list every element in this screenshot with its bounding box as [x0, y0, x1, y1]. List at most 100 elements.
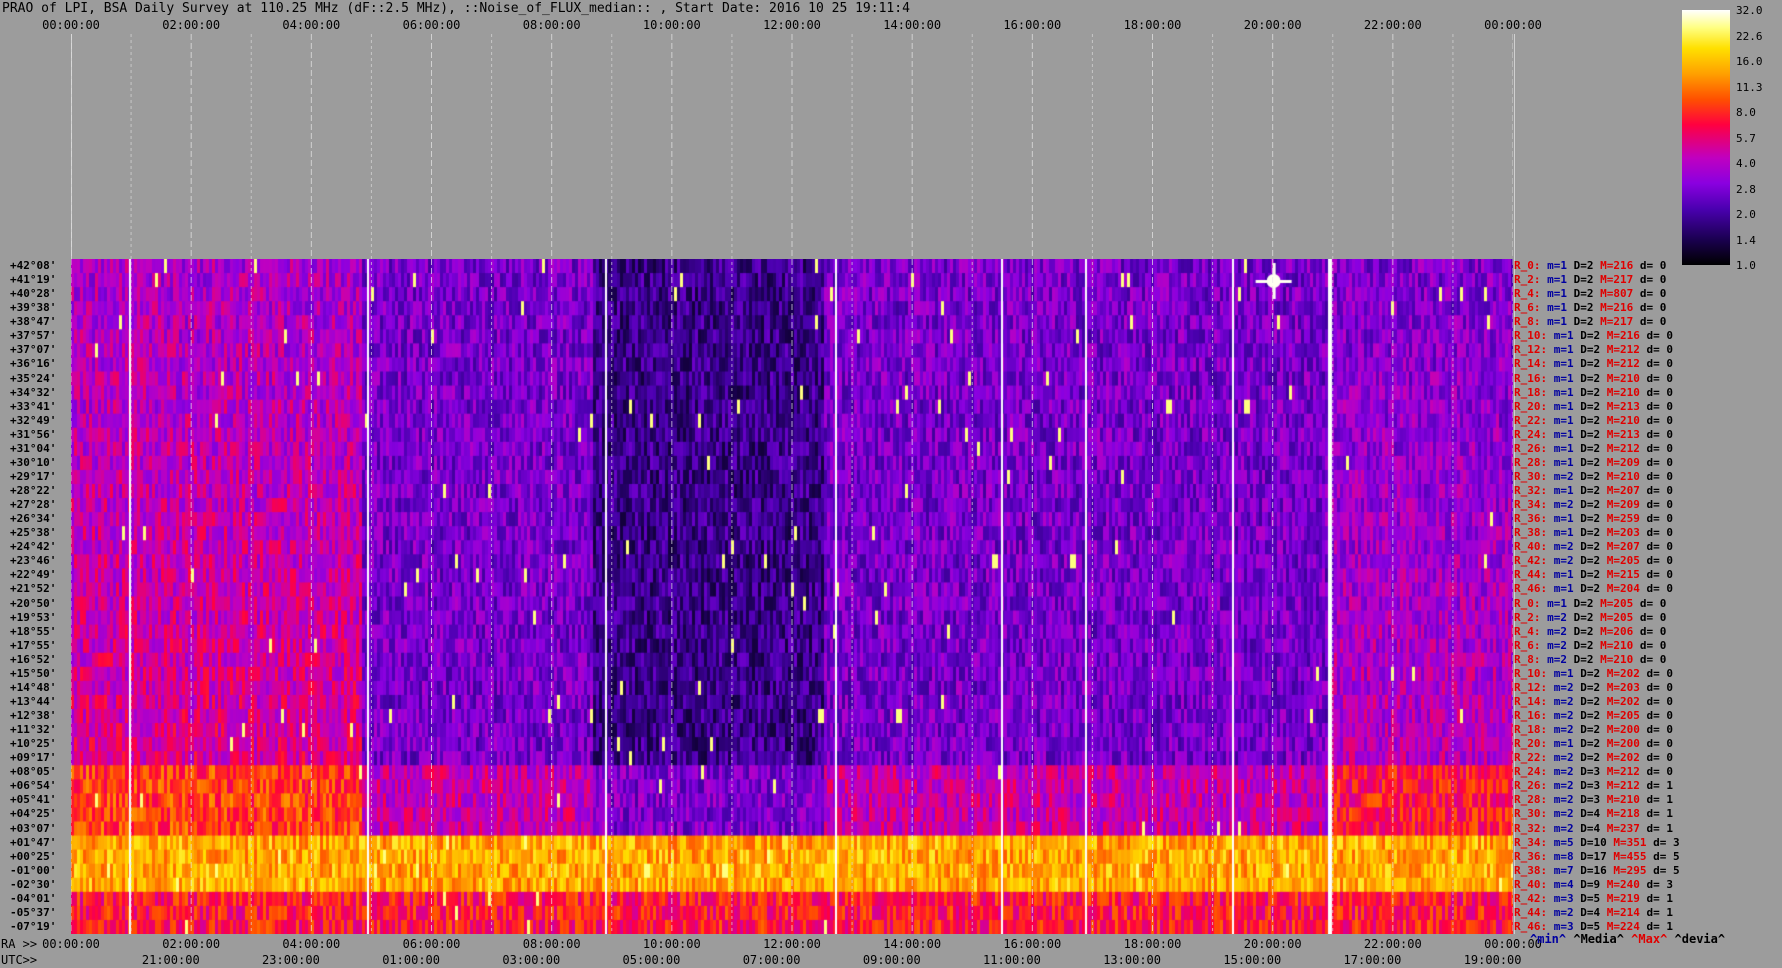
- stat-cell: D=2: [1580, 694, 1607, 708]
- stat-cell: m=1: [1553, 413, 1581, 427]
- stat-cell: d= 0: [1646, 694, 1674, 708]
- row-statistics: R_0: m=1 D=2 M=216 d= 0 R_2: m=1 D=2 M=21…: [1514, 259, 1714, 934]
- stat-cell: m=8: [1553, 849, 1581, 863]
- legend-max: ^Max^: [1631, 932, 1668, 946]
- stat-cell: m=1: [1553, 427, 1581, 441]
- stat-cell: d= 0: [1639, 287, 1667, 301]
- stat-cell: m=1: [1547, 315, 1574, 329]
- stat-cell: R_44:: [1514, 905, 1554, 919]
- stat-cell: d= 0: [1646, 680, 1674, 694]
- stat-cell: d= 0: [1646, 582, 1674, 596]
- stat-row: R_40: m=2 D=2 M=207 d= 0: [1514, 540, 1673, 554]
- colorbar-tick: 1.0: [1736, 259, 1756, 272]
- stat-cell: M=207: [1606, 540, 1647, 554]
- declination-value: +05°41': [10, 793, 57, 807]
- stat-cell: m=7: [1553, 863, 1581, 877]
- chart-title: PRAO of LPI, BSA Daily Survey at 110.25 …: [2, 1, 910, 16]
- declination-row: +40°28': [0, 287, 56, 301]
- survey-heatmap: [71, 259, 1513, 934]
- stat-cell: D=2: [1580, 441, 1607, 455]
- stat-row: R_20: m=1 D=2 M=213 d= 0: [1514, 400, 1673, 414]
- stat-row: R_12: m=2 D=2 M=203 d= 0: [1514, 681, 1673, 695]
- declination-row: -04°01': [0, 892, 56, 906]
- stat-cell: M=210: [1600, 652, 1640, 666]
- axis-tick: 22:00:00: [1363, 937, 1422, 951]
- stat-cell: R_32:: [1514, 484, 1554, 497]
- stat-cell: d= 0: [1646, 455, 1674, 469]
- declination-row: +14°48': [0, 681, 56, 695]
- stat-cell: D=3: [1580, 779, 1607, 793]
- declination-value: +10°25': [10, 737, 57, 751]
- stat-cell: M=200: [1606, 723, 1647, 737]
- declination-row: +08°05': [0, 765, 56, 779]
- stat-cell: m=1: [1553, 484, 1581, 497]
- stat-cell: M=240: [1606, 877, 1647, 891]
- stat-cell: m=2: [1553, 469, 1581, 483]
- stat-cell: m=2: [1553, 680, 1581, 694]
- axis-tick: 07:00:00: [742, 953, 801, 967]
- stat-row: R_44: m=1 D=2 M=215 d= 0: [1514, 568, 1673, 582]
- declination-row: +29°17': [0, 470, 56, 484]
- declination-value: +22°49': [10, 568, 57, 582]
- axis-tick: 06:00:00: [402, 937, 461, 951]
- stat-cell: R_46:: [1514, 582, 1554, 596]
- stat-cell: D=2: [1573, 652, 1601, 666]
- stat-cell: d= 5: [1653, 849, 1680, 863]
- stat-cell: R_4:: [1514, 287, 1548, 301]
- stat-cell: M=210: [1606, 413, 1647, 427]
- declination-value: +17°55': [10, 638, 57, 652]
- declination-row: -01°00': [0, 864, 56, 878]
- stat-cell: m=1: [1553, 441, 1581, 455]
- stat-cell: R_18:: [1514, 385, 1554, 399]
- stat-cell: M=212: [1606, 441, 1647, 455]
- declination-value: +19°53': [10, 610, 57, 624]
- utc-axis-label: UTC>>: [1, 953, 38, 967]
- axis-tick: 02:00:00: [162, 937, 221, 951]
- declination-value: -04°01': [10, 891, 57, 905]
- declination-row: +26°34': [0, 512, 56, 526]
- stat-cell: D=2: [1580, 554, 1607, 568]
- stat-row: R_22: m=2 D=2 M=202 d= 0: [1514, 751, 1673, 765]
- stat-cell: m=1: [1553, 343, 1581, 357]
- stat-cell: D=2: [1573, 287, 1601, 301]
- stat-cell: m=1: [1553, 385, 1581, 399]
- declination-row: +42°08': [0, 259, 56, 273]
- stat-row: R_10: m=1 D=2 M=202 d= 0: [1514, 667, 1673, 681]
- stat-cell: D=2: [1580, 709, 1607, 722]
- stat-cell: m=1: [1547, 596, 1574, 610]
- stat-row: R_26: m=1 D=2 M=212 d= 0: [1514, 442, 1673, 456]
- stat-cell: m=2: [1553, 723, 1581, 737]
- stat-cell: R_26:: [1514, 779, 1554, 793]
- stat-cell: M=210: [1606, 793, 1647, 807]
- stat-cell: d= 0: [1639, 596, 1667, 610]
- stat-cell: D=2: [1580, 526, 1607, 540]
- declination-value: +14°48': [10, 680, 57, 694]
- stat-cell: R_30:: [1514, 469, 1554, 483]
- stat-cell: M=212: [1606, 779, 1647, 793]
- stat-cell: d= 3: [1653, 835, 1680, 849]
- axis-tick: 00:00:00: [42, 937, 100, 951]
- stat-cell: d= 1: [1646, 793, 1674, 807]
- stat-cell: M=200: [1606, 737, 1647, 751]
- stat-cell: D=2: [1580, 737, 1607, 751]
- stat-cell: R_40:: [1514, 877, 1554, 891]
- stat-cell: M=215: [1606, 568, 1647, 582]
- stat-cell: m=5: [1553, 835, 1581, 849]
- stat-cell: d= 0: [1646, 357, 1674, 371]
- declination-row: +41°19': [0, 273, 56, 287]
- stat-cell: d= 0: [1646, 666, 1674, 680]
- colorbar-tick: 1.4: [1736, 233, 1756, 247]
- stat-cell: D=5: [1580, 891, 1607, 905]
- declination-row: +22°49': [0, 568, 56, 582]
- stat-row: R_24: m=2 D=3 M=212 d= 0: [1514, 765, 1673, 779]
- axis-tick: 23:00:00: [262, 953, 320, 967]
- declination-value: +21°52': [10, 582, 57, 596]
- stat-cell: R_34:: [1514, 835, 1554, 849]
- declination-value: +06°54': [10, 779, 57, 793]
- stat-cell: R_38:: [1514, 863, 1554, 877]
- colorbar-tick: 22.6: [1736, 29, 1763, 43]
- stat-cell: M=204: [1606, 582, 1647, 596]
- stat-cell: m=1: [1547, 287, 1574, 301]
- stat-cell: R_44:: [1514, 568, 1554, 582]
- stat-cell: R_36:: [1514, 849, 1554, 863]
